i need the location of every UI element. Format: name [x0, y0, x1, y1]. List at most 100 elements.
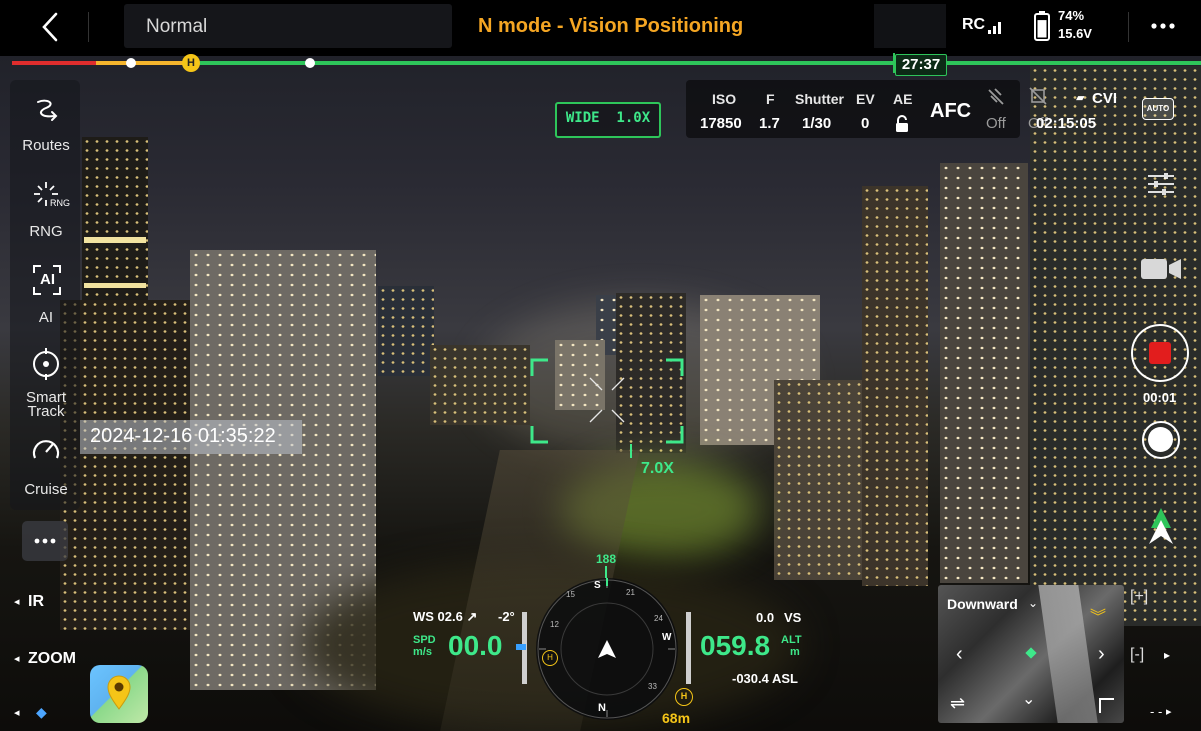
chevron-down-icon: ⌄	[1022, 691, 1036, 708]
wind-speed: WS 02.6 ↗	[413, 609, 478, 624]
battery-status[interactable]: 74% 15.6V	[1034, 8, 1124, 44]
progress-marker	[305, 58, 315, 68]
building	[862, 186, 928, 586]
auto-badge: AUTO	[1146, 104, 1170, 113]
swap-icon[interactable]: ⇌	[950, 693, 965, 714]
progress-marker	[126, 58, 136, 68]
flight-time-bar: H	[12, 53, 1201, 73]
cruise-button[interactable]: Cruise	[6, 432, 86, 498]
routes-button[interactable]: Routes	[6, 94, 86, 154]
speed-indicator	[516, 644, 526, 650]
compass-tick-33: 33	[648, 682, 657, 691]
aircraft-position-icon	[1025, 647, 1037, 659]
caret-left-icon: ◂	[14, 596, 20, 608]
lens-label: WIDE 1.0X	[565, 110, 651, 126]
more-tools-button[interactable]	[22, 521, 68, 561]
stop-square-icon	[1149, 342, 1171, 364]
chevron-left-icon	[42, 12, 58, 42]
sd-card-icon: ▰	[1076, 92, 1085, 104]
heading-value: 188	[596, 552, 617, 566]
light-off-icon	[988, 88, 1004, 105]
battery-danger-segment	[12, 61, 96, 65]
ir-label: IR	[28, 593, 44, 610]
f-value: 1.7	[759, 115, 780, 132]
storage-time: 02:15:05	[1036, 115, 1097, 132]
ai-button[interactable]: AI AI	[6, 262, 86, 326]
asl-altitude: -030.4 ASL	[732, 671, 798, 686]
heading-tick	[605, 566, 607, 578]
rng-icon-text: RNG	[50, 198, 70, 208]
speed-label: SPD	[413, 634, 436, 646]
focus-mode: AFC	[930, 100, 972, 122]
compass-dial	[537, 578, 677, 719]
back-button[interactable]	[38, 10, 62, 44]
battery-percent: 74%	[1058, 8, 1085, 23]
routes-label: Routes	[22, 137, 70, 154]
rangefinder-button[interactable]: RNG RNG	[6, 178, 86, 240]
chevron-left-icon: ‹	[956, 643, 963, 665]
ev-label: EV	[856, 91, 875, 107]
iso-label: ISO	[712, 91, 737, 107]
light1-value: Off	[986, 115, 1006, 132]
more-menu-button[interactable]	[1150, 18, 1176, 34]
battery-warning-segment	[96, 61, 186, 65]
building	[430, 345, 530, 425]
minimap-zoom-in[interactable]: [+]	[1130, 588, 1148, 606]
more-horizontal-icon	[34, 538, 56, 544]
ev-value: 0	[861, 115, 870, 132]
rng-label: RNG	[29, 223, 63, 240]
building-light-band	[84, 237, 146, 243]
record-time: 00:01	[1143, 390, 1177, 405]
photo-shutter-icon	[1148, 427, 1173, 452]
chevron-down-icon: ⌄	[1028, 596, 1039, 610]
shutter-value: 1/30	[802, 115, 832, 132]
battery-icon	[1034, 11, 1050, 41]
record-button[interactable]	[1131, 324, 1189, 382]
compass-tick-12: 12	[550, 620, 559, 629]
zoom-toggle[interactable]: ◂ ZOOM	[14, 649, 86, 671]
road-texture	[1038, 585, 1098, 723]
ir-toggle[interactable]: ◂ IR	[14, 592, 64, 614]
cruise-label: Cruise	[24, 481, 68, 498]
building	[774, 380, 866, 580]
building	[378, 286, 434, 376]
zoom-reticle[interactable]	[530, 358, 684, 444]
minimap-zoom-out[interactable]: [-]	[1130, 646, 1144, 664]
rc-signal[interactable]: RC	[960, 12, 1008, 40]
ai-icon-text: AI	[40, 271, 55, 288]
compass-tick-21: 21	[626, 588, 635, 597]
vs-label: VS	[784, 610, 802, 625]
photo-shutter-button[interactable]	[1142, 421, 1180, 459]
navigation-arrow-icon[interactable]	[1147, 508, 1175, 546]
more-horizontal-icon	[1151, 23, 1175, 29]
ai-label: AI	[38, 309, 54, 326]
wind-angle: -2°	[498, 609, 515, 624]
map-button[interactable]	[90, 665, 148, 723]
downward-camera-view[interactable]: Downward ⌄ ︾ ‹ › ⇌ ⌄	[938, 585, 1124, 723]
lens-switch-button[interactable]: WIDE 1.0X	[555, 102, 661, 138]
altitude-scale	[686, 612, 691, 684]
home-marker: H	[182, 54, 200, 72]
flight-mode-label: Normal	[146, 16, 208, 37]
caret-right-icon: ▸	[1164, 648, 1171, 662]
caret-left-icon: ◂	[14, 707, 20, 719]
signal-bars-icon	[988, 22, 1001, 34]
double-chevron-icon: ︾	[1090, 609, 1107, 626]
cruise-speedometer-icon	[32, 440, 60, 459]
battery-level-fill	[1037, 20, 1047, 38]
caret-left-icon: ◂	[14, 653, 20, 665]
chevron-right-icon: ›	[1098, 643, 1105, 665]
storage-label: CVI	[1092, 90, 1118, 107]
ae-label: AE	[893, 91, 913, 107]
sliders-icon[interactable]	[1146, 170, 1176, 198]
compass[interactable]: S N W 21 24 33 15 12 H	[536, 578, 678, 720]
video-camera-icon[interactable]	[1140, 256, 1182, 282]
altitude-value: 059.8	[700, 630, 771, 661]
routes-icon	[37, 99, 58, 121]
smart-track-button[interactable]: Smart Track	[6, 346, 86, 419]
fullscreen-corner-icon[interactable]	[1098, 697, 1116, 715]
speed-unit: m/s	[413, 646, 432, 658]
compass-tick-15: 15	[566, 590, 575, 599]
auto-exposure-button[interactable]: AUTO	[1142, 98, 1174, 120]
f-label: F	[766, 91, 775, 107]
